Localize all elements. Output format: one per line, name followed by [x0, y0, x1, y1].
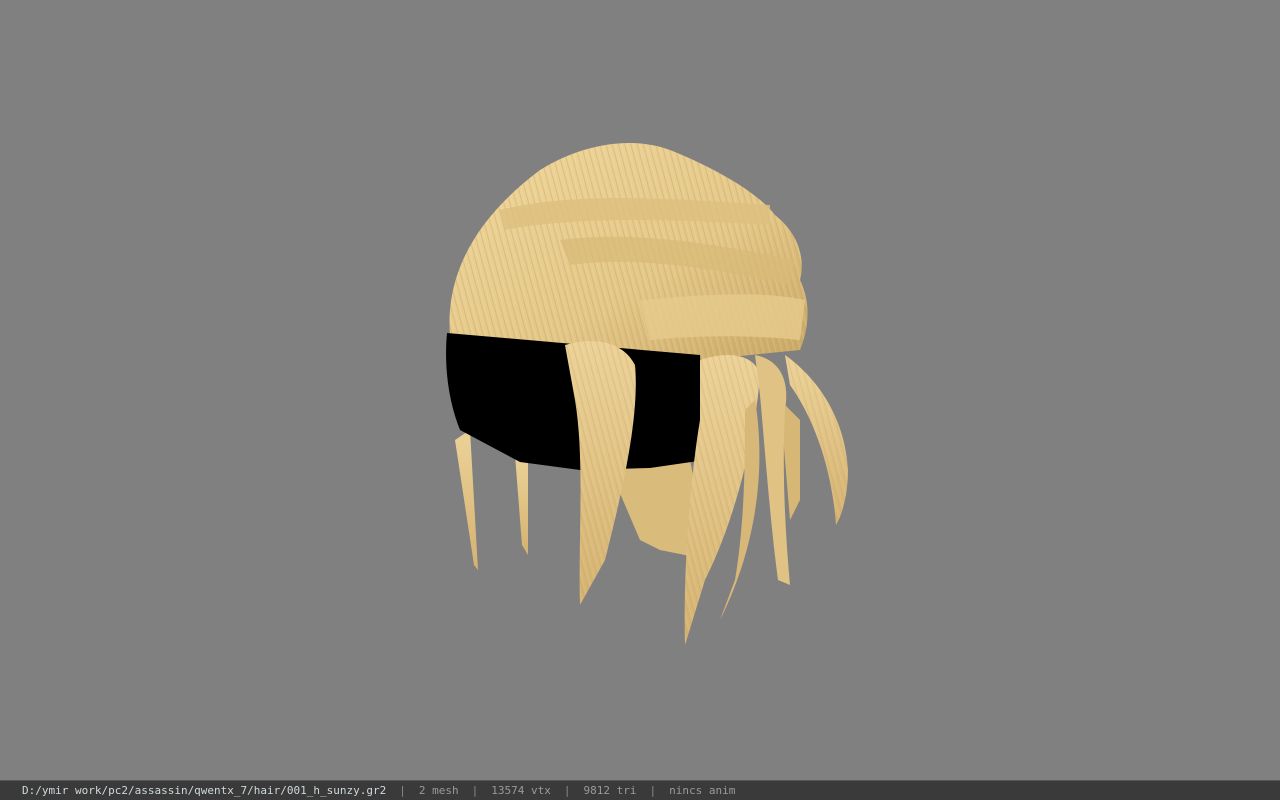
status-animation: nincs anim	[669, 784, 736, 797]
status-separator: |	[563, 784, 571, 797]
status-separator: |	[649, 784, 657, 797]
status-triangle-count: 9812 tri	[583, 784, 637, 797]
status-file-path: D:/ymir work/pc2/assassin/qwentx_7/hair/…	[22, 784, 387, 797]
status-vertex-count: 13574 vtx	[491, 784, 551, 797]
hair-cap	[449, 142, 808, 360]
3d-viewport[interactable]	[0, 0, 1280, 780]
status-separator: |	[399, 784, 406, 797]
hair-front-strands	[565, 341, 848, 645]
status-mesh-count: 2 mesh	[418, 784, 459, 797]
status-bar: D:/ymir work/pc2/assassin/qwentx_7/hair/…	[0, 780, 1280, 800]
hair-model-render	[446, 142, 848, 645]
status-separator: |	[471, 784, 479, 797]
